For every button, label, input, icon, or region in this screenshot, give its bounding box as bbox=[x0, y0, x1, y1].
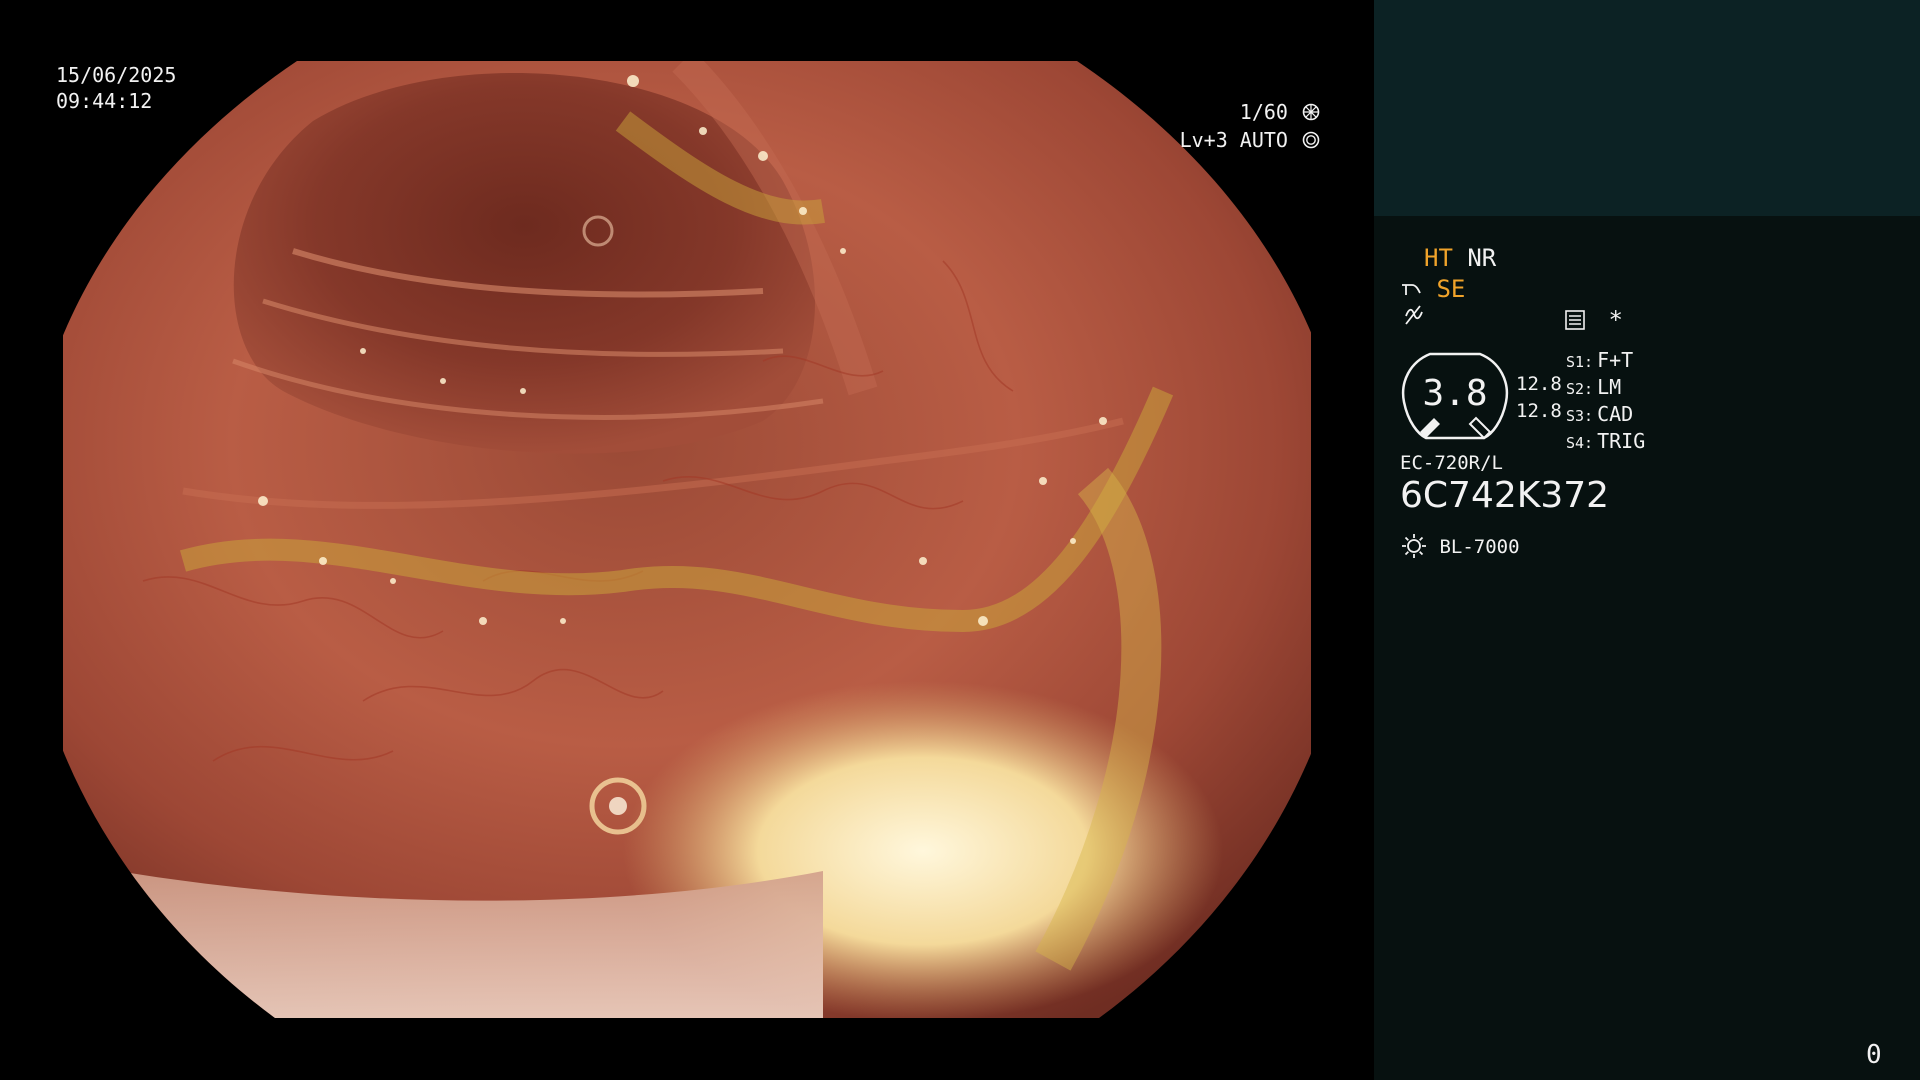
setting-key: S4: bbox=[1566, 434, 1594, 452]
ht-indicator: HT bbox=[1424, 244, 1453, 272]
scope-model: EC-720R/L bbox=[1400, 452, 1503, 474]
panel-header-area bbox=[1374, 0, 1920, 216]
shutter-icon bbox=[1302, 103, 1320, 121]
setting-key: S1: bbox=[1566, 353, 1594, 371]
setting-key: S3: bbox=[1566, 407, 1594, 425]
light-source-text: BL-7000 bbox=[1439, 536, 1520, 558]
gauge-value: 3.8 bbox=[1422, 373, 1488, 414]
date-time-readout: 15/06/2025 09:44:12 bbox=[56, 62, 176, 114]
frame-counter: 0 bbox=[1866, 1040, 1882, 1070]
nr-indicator: NR bbox=[1467, 244, 1497, 272]
setting-value: CAD bbox=[1597, 402, 1634, 426]
shutter-row: 1/60 bbox=[1150, 98, 1320, 126]
side-value-1: 12.8 bbox=[1516, 373, 1562, 395]
mode-row: HT NR bbox=[1424, 244, 1496, 272]
setting-value: F+T bbox=[1597, 348, 1634, 372]
freeze-row bbox=[1402, 304, 1424, 332]
setting-value: TRIG bbox=[1597, 429, 1646, 453]
exposure-readout: 1/60 Lv+3 AUTO bbox=[1150, 98, 1320, 154]
side-value-2: 12.8 bbox=[1516, 400, 1562, 422]
light-source-row: BL-7000 bbox=[1400, 532, 1520, 561]
level-text: Lv+3 AUTO bbox=[1179, 128, 1288, 152]
setting-row: S3: CAD bbox=[1566, 402, 1645, 429]
star-indicator: * bbox=[1608, 306, 1623, 334]
setting-row: S1: F+T bbox=[1566, 348, 1645, 375]
auto-icon bbox=[1302, 131, 1320, 149]
light-icon bbox=[1402, 534, 1426, 558]
scope-switch-settings: S1: F+T S2: LM S3: CAD S4: TRIG bbox=[1566, 348, 1645, 456]
scope-mode-icon bbox=[1402, 284, 1421, 295]
memory-row: * bbox=[1564, 306, 1623, 334]
se-indicator: SE bbox=[1436, 275, 1466, 303]
freeze-icon bbox=[1405, 305, 1423, 325]
endoscope-video-area: 15/06/2025 09:44:12 1/60 Lv+3 AUTO bbox=[0, 0, 1374, 1080]
setting-row: S2: LM bbox=[1566, 375, 1645, 402]
endoscopic-image bbox=[63, 61, 1311, 1018]
shutter-text: 1/60 bbox=[1239, 100, 1288, 124]
level-row: Lv+3 AUTO bbox=[1150, 126, 1320, 154]
scope-serial: 6C742K372 bbox=[1400, 475, 1610, 516]
se-row: SE bbox=[1400, 275, 1465, 303]
setting-row: S4: TRIG bbox=[1566, 429, 1645, 456]
memory-icon bbox=[1565, 310, 1585, 330]
setting-value: LM bbox=[1597, 375, 1622, 399]
time-text: 09:44:12 bbox=[56, 89, 153, 113]
date-text: 15/06/2025 bbox=[56, 63, 177, 87]
setting-key: S2: bbox=[1566, 380, 1594, 398]
